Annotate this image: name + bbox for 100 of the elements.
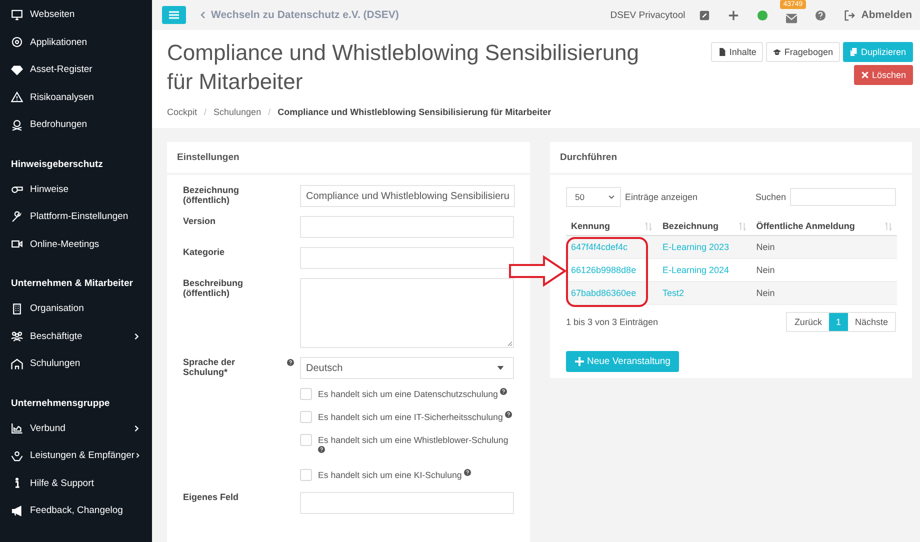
language-select[interactable]: Deutsch bbox=[300, 357, 514, 379]
sort-icon bbox=[885, 222, 892, 230]
menu-icon bbox=[169, 11, 179, 19]
video-camera-icon bbox=[11, 238, 23, 250]
chevron-left-icon bbox=[200, 11, 206, 19]
app-name: DSEV Privacytool bbox=[610, 10, 686, 20]
sidebar-item[interactable]: Webseiten bbox=[30, 9, 140, 20]
building-icon bbox=[11, 302, 23, 315]
sidebar-heading: Unternehmen & Mitarbeiter bbox=[10, 277, 134, 291]
sidebar-item[interactable]: Schulungen bbox=[30, 358, 140, 370]
chevron-right-icon bbox=[133, 332, 140, 340]
sidebar-item[interactable]: Online-Meetings bbox=[30, 238, 140, 250]
sidebar-item[interactable]: Beschäftigte bbox=[30, 330, 133, 342]
text-field[interactable]: Compliance und Whistleblowing Sensibilisieru bbox=[300, 185, 516, 207]
sidebar-item[interactable]: Feedback, Changelog bbox=[30, 505, 140, 516]
graduation-cap-icon bbox=[773, 48, 782, 56]
table-cell: Nein bbox=[751, 236, 897, 258]
help-icon bbox=[287, 359, 294, 366]
close-icon bbox=[860, 71, 869, 79]
sidebar-item[interactable]: Hilfe & Support bbox=[30, 478, 140, 489]
entries-info: 1 bis 3 von 3 Einträgen bbox=[566, 317, 658, 327]
sort-icon bbox=[645, 222, 652, 230]
help-icon bbox=[505, 411, 512, 418]
logout-link[interactable]: Abmelden bbox=[861, 9, 912, 21]
sidebar-item[interactable]: Risikoanalysen bbox=[30, 92, 140, 103]
text-area[interactable] bbox=[300, 278, 514, 348]
chevron-right-icon bbox=[133, 424, 140, 432]
column-header[interactable]: Bezeichnung bbox=[662, 221, 718, 231]
help-icon bbox=[500, 388, 508, 395]
sidebar-item[interactable]: Organisation bbox=[30, 303, 140, 314]
help-icon[interactable] bbox=[815, 10, 826, 20]
copy-icon bbox=[850, 48, 858, 56]
page-size-label: Einträge anzeigen bbox=[625, 192, 698, 202]
wrench-icon bbox=[11, 210, 23, 223]
page-size-select[interactable]: 50 bbox=[566, 187, 621, 207]
column-header[interactable]: Öffentliche Anmeldung bbox=[756, 221, 855, 231]
action-button[interactable]: Fragebogen bbox=[766, 42, 840, 62]
mail-icon[interactable] bbox=[786, 12, 798, 24]
field-label: Beschreibung (öffentlich) bbox=[183, 278, 244, 300]
breadcrumb-link[interactable]: Schulungen bbox=[214, 107, 262, 117]
search-label: Suchen bbox=[755, 192, 786, 202]
status-dot-icon bbox=[757, 10, 768, 20]
sidebar-item[interactable]: Applikationen bbox=[30, 36, 140, 48]
card-title: Durchführen bbox=[550, 142, 912, 175]
warning-icon bbox=[11, 91, 23, 104]
breadcrumb-link[interactable]: Cockpit bbox=[167, 107, 198, 117]
sidebar-heading: Hinweisgeberschutz bbox=[10, 158, 104, 172]
field-label: Kategorie bbox=[183, 247, 226, 259]
checkbox[interactable] bbox=[300, 388, 312, 400]
sidebar-item[interactable]: Leistungen & Empfänger bbox=[30, 450, 135, 462]
file-icon bbox=[718, 48, 726, 56]
breadcrumb-separator: / bbox=[268, 107, 271, 117]
table-cell: Nein bbox=[751, 282, 897, 304]
megaphone-icon bbox=[11, 504, 23, 517]
checkbox-label: Es handelt sich um eine Datenschutzschulung bbox=[318, 389, 498, 399]
breadcrumb-current[interactable]: Compliance und Whistleblowing Sensibilisierung für Mitarbeiter bbox=[278, 107, 552, 117]
text-field[interactable] bbox=[300, 216, 514, 238]
people-icon bbox=[11, 330, 23, 342]
field-label: Version bbox=[183, 216, 217, 228]
plus-icon[interactable] bbox=[728, 10, 740, 20]
action-button[interactable]: Inhalte bbox=[711, 42, 764, 62]
school-icon bbox=[11, 358, 23, 370]
column-header[interactable]: Kennung bbox=[571, 221, 610, 231]
diamond-icon bbox=[11, 64, 23, 76]
text-field[interactable] bbox=[300, 492, 514, 514]
checkbox-label: Es handelt sich um eine KI-Schulung bbox=[318, 470, 462, 480]
chevron-down-icon bbox=[608, 195, 615, 199]
sidebar-heading: Unternehmensgruppe bbox=[10, 396, 111, 410]
sidebar-item[interactable]: Verbund bbox=[30, 422, 133, 434]
plus-icon bbox=[575, 357, 584, 366]
delete-button[interactable]: Löschen bbox=[854, 65, 913, 85]
breadcrumb-separator: / bbox=[204, 107, 207, 117]
resize-grip-icon[interactable] bbox=[507, 341, 512, 346]
sort-icon bbox=[739, 222, 746, 230]
page-title: Compliance und Whistleblowing Sensibilisierung für Mitarbeiter bbox=[167, 39, 640, 96]
edit-icon[interactable] bbox=[699, 10, 710, 20]
text-field[interactable] bbox=[300, 247, 514, 269]
sidebar-item[interactable]: Hinweise bbox=[30, 184, 140, 195]
checkbox[interactable] bbox=[300, 469, 312, 481]
logout-icon bbox=[844, 10, 856, 20]
help-icon bbox=[464, 469, 472, 476]
chevron-right-icon bbox=[134, 452, 140, 460]
checkbox[interactable] bbox=[300, 434, 312, 446]
sidebar-item[interactable]: Bedrohungen bbox=[30, 119, 140, 130]
card-title: Einstellungen bbox=[167, 142, 530, 175]
help-icon bbox=[318, 446, 325, 453]
chart-icon bbox=[11, 422, 23, 434]
menu-button[interactable] bbox=[162, 6, 186, 24]
field-label: Eigenes Feld bbox=[183, 492, 240, 504]
caret-icon bbox=[497, 366, 504, 370]
sidebar-item[interactable]: Plattform-Einstellungen bbox=[30, 211, 140, 222]
field-label: Sprache der Schulung* bbox=[183, 357, 236, 379]
field-label: Bezeichnung (öffentlich) bbox=[183, 185, 240, 207]
checkbox-label: Es handelt sich um eine Whistleblower-Schulung bbox=[318, 435, 508, 445]
search-field[interactable] bbox=[790, 188, 896, 206]
sidebar-item[interactable]: Asset-Register bbox=[30, 64, 140, 76]
disc-icon bbox=[11, 36, 23, 48]
checkbox[interactable] bbox=[300, 411, 312, 423]
monitor-icon bbox=[11, 8, 23, 21]
checkbox-label: Es handelt sich um eine IT-Sicherheitsschulung bbox=[318, 412, 503, 422]
